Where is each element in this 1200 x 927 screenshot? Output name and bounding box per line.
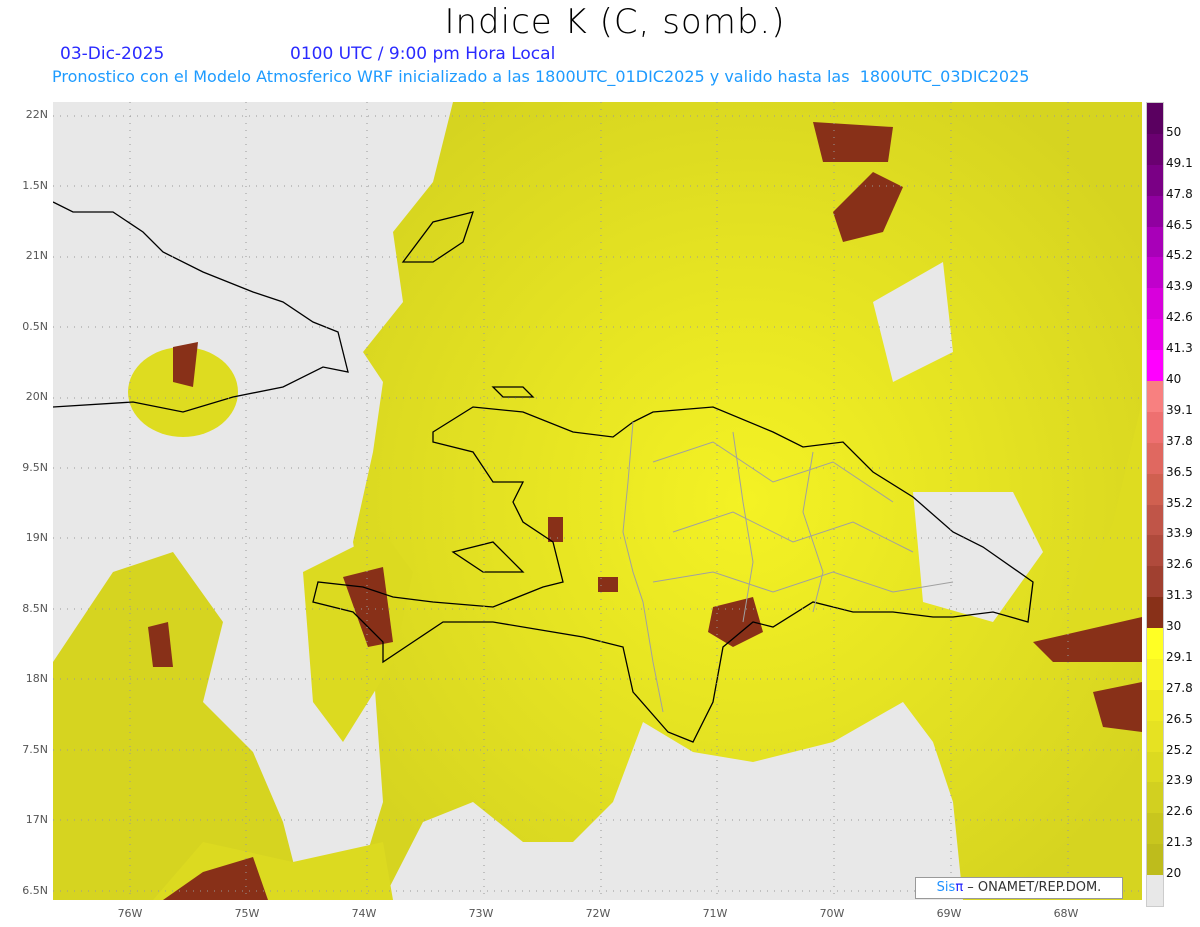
colorbar-segment <box>1147 473 1163 505</box>
k-index-map <box>53 102 1142 900</box>
colorbar-segment <box>1147 288 1163 320</box>
longitude-label: 74W <box>351 907 377 920</box>
map-title: Indice K (C, somb.) <box>444 2 786 42</box>
forecast-description: Pronostico con el Modelo Atmosferico WRF… <box>52 67 1030 86</box>
colorbar-label: 37.8 <box>1166 433 1193 448</box>
latitude-label: 19N <box>25 531 48 544</box>
forecast-time: 0100 UTC / 9:00 pm Hora Local <box>290 44 556 64</box>
colorbar-segment <box>1147 689 1163 722</box>
colorbar-segment <box>1147 164 1163 197</box>
colorbar-label: 23.9 <box>1166 773 1193 788</box>
colorbar-label: 20 <box>1166 866 1182 881</box>
longitude-label: 76W <box>117 907 143 920</box>
colorbar-label: 46.5 <box>1166 217 1193 232</box>
colorbar-segment <box>1147 782 1163 814</box>
colorbar-segment <box>1147 875 1163 907</box>
latitude-label: 1.5N <box>22 178 48 192</box>
colorbar-segment <box>1147 844 1163 876</box>
colorbar-label: 25.2 <box>1166 742 1193 757</box>
colorbar-segment <box>1147 597 1163 629</box>
colorbar <box>1146 102 1164 907</box>
colorbar-label: 39.1 <box>1166 402 1193 417</box>
latitude-label: 22N <box>25 108 48 121</box>
colorbar-segment <box>1147 380 1163 413</box>
colorbar-label: 45.2 <box>1166 248 1193 263</box>
colorbar-label: 50 <box>1166 124 1182 139</box>
colorbar-label: 27.8 <box>1166 680 1193 695</box>
colorbar-segment <box>1147 442 1163 475</box>
latitude-label: 21N <box>25 249 48 262</box>
latitude-label: 0.5N <box>22 319 48 333</box>
colorbar-segment <box>1147 751 1163 783</box>
latitude-label: 7.5N <box>22 742 48 756</box>
colorbar-label: 49.1 <box>1166 155 1193 170</box>
colorbar-label: 21.3 <box>1166 835 1193 850</box>
colorbar-label: 22.6 <box>1166 804 1193 819</box>
forecast-date: 03-Dic-2025 <box>60 44 165 64</box>
colorbar-segment <box>1147 658 1163 691</box>
colorbar-label: 35.2 <box>1166 495 1193 510</box>
colorbar-label: 43.9 <box>1166 279 1193 294</box>
colorbar-segment <box>1147 319 1163 351</box>
colorbar-label: 31.3 <box>1166 588 1193 603</box>
colorbar-label: 30 <box>1166 619 1182 634</box>
longitude-label: 70W <box>819 907 845 920</box>
colorbar-segment <box>1147 504 1163 536</box>
longitude-label: 68W <box>1053 907 1079 920</box>
colorbar-segment <box>1147 628 1163 660</box>
colorbar-segment <box>1147 720 1163 753</box>
latitude-label: 9.5N <box>22 460 48 474</box>
colorbar-segment <box>1147 133 1163 166</box>
colorbar-label: 47.8 <box>1166 186 1193 201</box>
colorbar-label: 42.6 <box>1166 310 1193 325</box>
credit-brand: Sis <box>936 880 956 895</box>
credit-brand-symbol: π <box>955 880 964 895</box>
colorbar-label: 40 <box>1166 371 1182 386</box>
colorbar-label: 41.3 <box>1166 341 1193 356</box>
colorbar-segment <box>1147 226 1163 258</box>
colorbar-label: 26.5 <box>1166 711 1193 726</box>
longitude-label: 75W <box>234 907 260 920</box>
longitude-label: 69W <box>936 907 962 920</box>
longitude-label: 72W <box>585 907 611 920</box>
colorbar-label: 36.5 <box>1166 464 1193 479</box>
colorbar-label: 32.6 <box>1166 557 1193 572</box>
colorbar-segment <box>1147 411 1163 444</box>
colorbar-label: 29.1 <box>1166 649 1193 664</box>
colorbar-segment <box>1147 350 1163 382</box>
longitude-label: 71W <box>702 907 728 920</box>
longitude-label: 73W <box>468 907 494 920</box>
latitude-label: 6.5N <box>22 883 48 897</box>
credit-text: – ONAMET/REP.DOM. <box>967 880 1102 895</box>
colorbar-segment <box>1147 535 1163 567</box>
credit-box: Sisπ – ONAMET/REP.DOM. <box>915 877 1123 899</box>
latitude-label: 8.5N <box>22 601 48 615</box>
colorbar-segment <box>1147 103 1163 135</box>
latitude-label: 20N <box>25 390 48 403</box>
colorbar-label: 33.9 <box>1166 526 1193 541</box>
colorbar-segment <box>1147 257 1163 289</box>
colorbar-segment <box>1147 813 1163 845</box>
colorbar-segment <box>1147 195 1163 228</box>
latitude-label: 17N <box>25 813 48 826</box>
latitude-label: 18N <box>25 672 48 685</box>
colorbar-segment <box>1147 566 1163 598</box>
